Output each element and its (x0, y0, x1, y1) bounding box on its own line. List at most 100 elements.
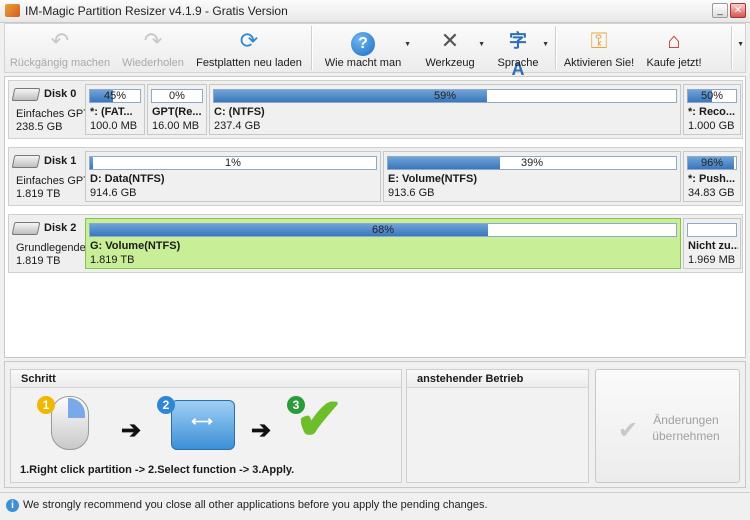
usage-bar (687, 223, 737, 237)
steps-panel: Schritt 1 ➔ ⟷ 2 ➔ ✔ 3 1.Right click part… (10, 369, 402, 483)
partition-size: 1.000 GB (688, 120, 735, 132)
usage-percent: 39% (520, 157, 544, 169)
chevron-down-icon[interactable]: ▼ (737, 41, 744, 48)
usage-bar: 59% (213, 89, 677, 103)
partition-tile-selected[interactable]: 68% G: Volume(NTFS) 1.819 TB (85, 218, 681, 269)
partition-tile[interactable]: 45% *: (FAT... 100.0 MB (85, 84, 145, 135)
usage-percent: 68% (371, 224, 395, 236)
usage-bar: 68% (89, 223, 677, 237)
usage-percent: 59% (433, 90, 457, 102)
disk-size: 1.819 TB (16, 255, 61, 267)
partition-size: 34.83 GB (688, 187, 735, 199)
partition-size: 100.0 MB (90, 120, 138, 132)
arrow-right-icon: ➔ (121, 417, 142, 444)
disk-info[interactable]: Disk 2 Grundlegende 1.819 TB (11, 218, 86, 269)
disk-name: Disk 0 (44, 88, 77, 100)
how-to-button[interactable]: ? Wie macht man ▼ (317, 24, 411, 72)
partition-label: *: (FAT... (90, 106, 133, 118)
partition-label: G: Volume(NTFS) (90, 240, 181, 252)
partition-tile[interactable]: 96% *: Push... 34.83 GB (683, 151, 741, 202)
partition-size: 1.819 TB (90, 254, 135, 266)
usage-bar: 1% (89, 156, 377, 170)
apply-changes-button[interactable]: ✔ Änderungen übernehmen (595, 369, 740, 483)
window-title: IM-Magic Partition Resizer v4.1.9 - Grat… (25, 4, 288, 18)
partition-size: 16.00 MB (152, 120, 200, 132)
close-button[interactable]: ✕ (730, 3, 746, 18)
disk-size: 1.819 TB (16, 188, 61, 200)
language-button[interactable]: 字A Sprache ▼ (489, 24, 550, 79)
title-bar: IM-Magic Partition Resizer v4.1.9 - Grat… (0, 0, 750, 23)
undo-button[interactable]: ↶ Rückgängig machen (9, 24, 111, 72)
info-icon: i (6, 499, 19, 512)
usage-bar: 96% (687, 156, 737, 170)
usage-percent: 0% (169, 90, 185, 102)
disk-row-0[interactable]: Disk 0 Einfaches GPT 238.5 GB 45% *: (FA… (8, 80, 743, 139)
buy-button[interactable]: ⌂ Kaufe jetzt! (643, 24, 705, 72)
chevron-down-icon[interactable]: ▼ (542, 41, 549, 48)
disk-info[interactable]: Disk 0 Einfaches GPT 238.5 GB (11, 84, 88, 135)
toolbar-separator (731, 26, 733, 70)
usage-bar: 39% (387, 156, 677, 170)
partition-tile[interactable]: 0% GPT(Re... 16.00 MB (147, 84, 207, 135)
undo-icon: ↶ (50, 28, 70, 53)
partition-tile[interactable]: 50% *: Reco... 1.000 GB (683, 84, 741, 135)
usage-percent: 96% (700, 157, 724, 169)
hard-disk-icon (11, 222, 41, 235)
apply-label-line2: übernehmen (652, 429, 720, 443)
disk-info[interactable]: Disk 1 Einfaches GPT 1.819 TB (11, 151, 88, 202)
partition-tile[interactable]: Nicht zu... 1.969 MB (683, 218, 741, 269)
partition-tile[interactable]: 59% C: (NTFS) 237.4 GB (209, 84, 681, 135)
toolbar-overflow-button[interactable]: ▼ (735, 24, 745, 72)
usage-bar: 50% (687, 89, 737, 103)
wrench-icon: ✕ (440, 28, 460, 53)
status-text: We strongly recommend you close all othe… (23, 499, 488, 511)
app-icon (5, 4, 20, 17)
steps-description: 1.Right click partition -> 2.Select func… (20, 464, 295, 476)
resize-arrows-icon: ⟷ (191, 413, 213, 430)
partition-size: 914.6 GB (90, 187, 137, 199)
partition-label: C: (NTFS) (214, 106, 265, 118)
apply-changes-label: Änderungen übernehmen (646, 412, 726, 444)
pending-operations-panel[interactable]: anstehender Betrieb (406, 369, 589, 483)
how-to-label: Wie macht man (324, 57, 402, 69)
usage-bar: 45% (89, 89, 141, 103)
usage-percent: 50% (700, 90, 724, 102)
arrow-right-icon: ➔ (251, 417, 272, 444)
redo-label: Wiederholen (122, 57, 184, 69)
tools-button[interactable]: ✕ Werkzeug ▼ (417, 24, 485, 72)
disk-row-2[interactable]: Disk 2 Grundlegende 1.819 TB 68% G: Volu… (8, 214, 743, 273)
bottom-area: Schritt 1 ➔ ⟷ 2 ➔ ✔ 3 1.Right click part… (4, 361, 746, 488)
language-icon: 字A (509, 31, 527, 79)
step-number-2: 2 (157, 396, 175, 414)
disk-type: Grundlegende (16, 242, 86, 254)
apply-label-line1: Änderungen (653, 413, 719, 427)
reload-label: Festplatten neu laden (196, 57, 302, 69)
minimize-button[interactable]: _ (712, 3, 728, 18)
help-icon: ? (349, 27, 377, 56)
disk-name: Disk 2 (44, 222, 77, 234)
disk-map: Disk 0 Einfaches GPT 238.5 GB 45% *: (FA… (4, 76, 746, 358)
disk-type: Einfaches GPT (16, 108, 88, 120)
partition-label: D: Data(NTFS) (90, 173, 165, 185)
toolbar-separator (555, 26, 557, 70)
chevron-down-icon[interactable]: ▼ (478, 41, 485, 48)
redo-icon: ↷ (143, 28, 163, 53)
disk-type: Einfaches GPT (16, 175, 88, 187)
disk-row-1[interactable]: Disk 1 Einfaches GPT 1.819 TB 1% D: Data… (8, 147, 743, 206)
partition-label: *: Push... (688, 173, 736, 185)
redo-button[interactable]: ↷ Wiederholen (115, 24, 191, 72)
usage-percent: 45% (103, 90, 127, 102)
hard-disk-icon (11, 88, 41, 101)
partition-size: 1.969 MB (688, 254, 736, 266)
step-number-1: 1 (37, 396, 55, 414)
partition-tile[interactable]: 1% D: Data(NTFS) 914.6 GB (85, 151, 381, 202)
reload-disks-button[interactable]: ⟳ Festplatten neu laden (193, 24, 305, 72)
disk-name: Disk 1 (44, 155, 77, 167)
activate-button[interactable]: ⚿ Aktivieren Sie! (561, 24, 637, 72)
refresh-icon: ⟳ (239, 28, 259, 53)
chevron-down-icon[interactable]: ▼ (404, 41, 411, 48)
tools-label: Werkzeug (425, 57, 475, 69)
toolbar: ↶ Rückgängig machen ↷ Wiederholen ⟳ Fest… (4, 23, 746, 79)
partition-tile[interactable]: 39% E: Volume(NTFS) 913.6 GB (383, 151, 681, 202)
partition-size: 913.6 GB (388, 187, 435, 199)
